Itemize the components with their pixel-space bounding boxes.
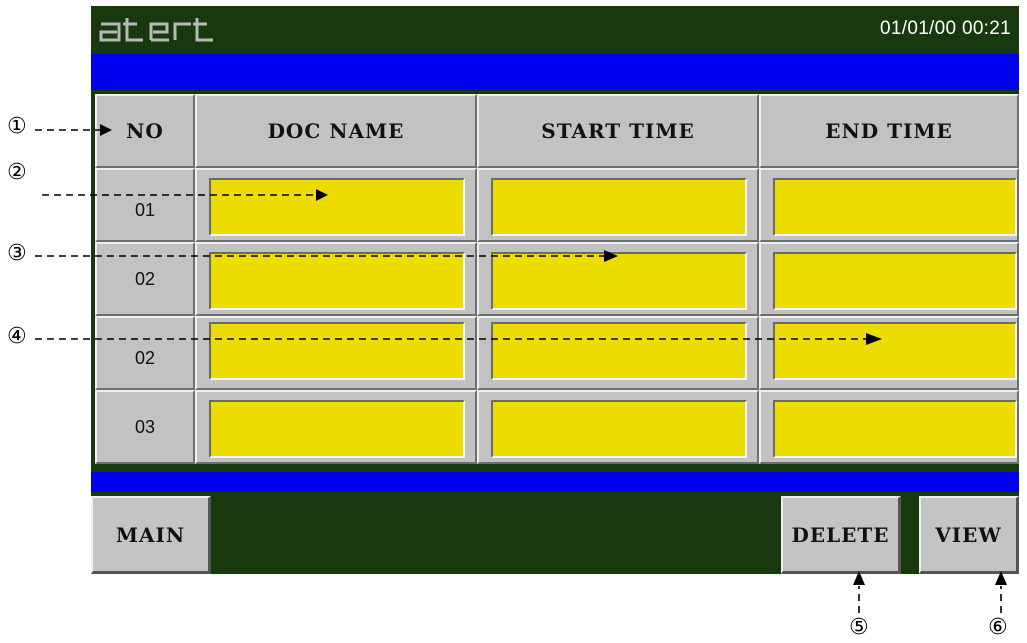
callout-6-arrowhead [995, 571, 1007, 585]
callout-4-arrowhead [866, 333, 882, 345]
callout-2-arrowhead [316, 189, 328, 201]
callout-5-arrowhead [853, 571, 865, 585]
callout-3-arrowhead [604, 250, 618, 262]
callout-1-arrowhead [100, 124, 112, 136]
callout-arrows [35, 124, 1007, 613]
